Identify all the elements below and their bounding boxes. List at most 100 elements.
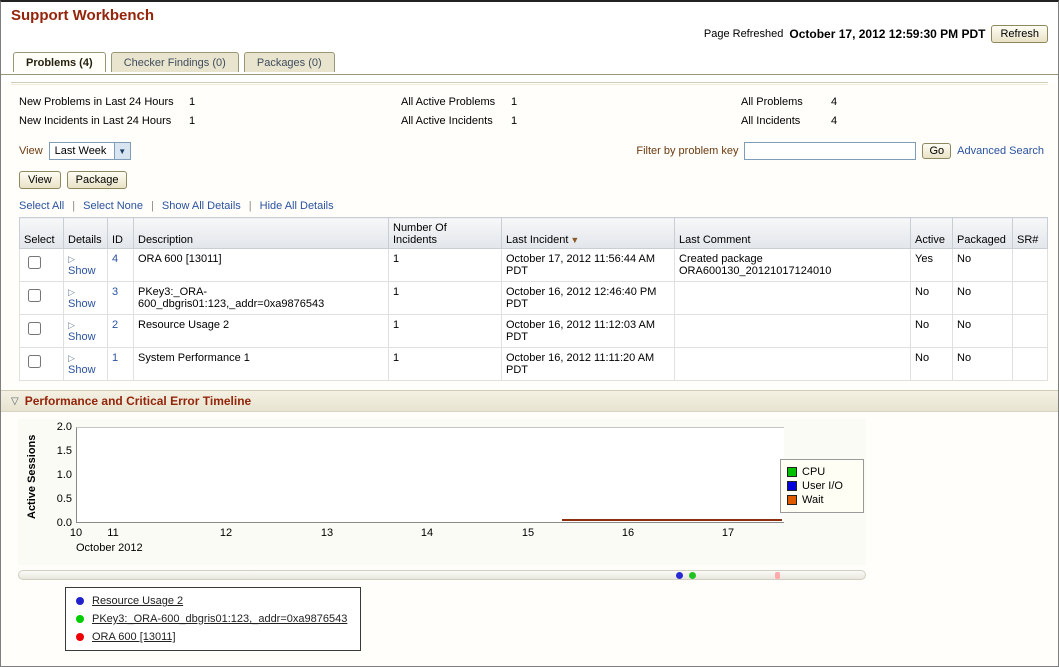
tab-problems[interactable]: Problems (4) bbox=[13, 52, 106, 72]
stat-all-incidents: All Incidents 4 bbox=[741, 115, 1058, 127]
page-header: Support Workbench Page Refreshed October… bbox=[1, 2, 1058, 52]
select-all-link[interactable]: Select All bbox=[19, 200, 64, 212]
x-axis-caption: October 2012 bbox=[76, 542, 143, 554]
stat-active-problems: All Active Problems 1 bbox=[401, 96, 741, 108]
show-details-link[interactable]: Show bbox=[68, 298, 96, 310]
expand-triangle-icon[interactable]: ▷ bbox=[68, 353, 75, 363]
stat-new-problems: New Problems in Last 24 Hours 1 bbox=[19, 96, 401, 108]
header-sr[interactable]: SR# bbox=[1013, 218, 1048, 249]
legend-label: Wait bbox=[802, 494, 824, 506]
incident-count: 1 bbox=[389, 282, 502, 315]
problem-id-link[interactable]: 3 bbox=[112, 286, 118, 298]
plot-area bbox=[76, 427, 784, 523]
view-select-value: Last Week bbox=[50, 145, 114, 157]
sort-descending-icon: ▼ bbox=[570, 235, 579, 245]
blue-dot-icon bbox=[76, 597, 84, 605]
filter-by-problem-key-label: Filter by problem key bbox=[636, 145, 738, 157]
header-number-of-incidents-label: Number Of Incidents bbox=[393, 222, 459, 246]
timeline-section-header: ▽ Performance and Critical Error Timelin… bbox=[1, 390, 1058, 412]
y-tick: 1.0 bbox=[44, 469, 72, 481]
row-select-checkbox[interactable] bbox=[28, 256, 41, 269]
show-all-details-link[interactable]: Show All Details bbox=[162, 200, 241, 212]
problems-table: Select Details ID Description Number Of … bbox=[19, 217, 1048, 381]
row-select-checkbox[interactable] bbox=[28, 355, 41, 368]
incident-count: 1 bbox=[389, 348, 502, 381]
page-refreshed-time: October 17, 2012 12:59:30 PM PDT bbox=[789, 27, 985, 41]
x-tick: 16 bbox=[622, 527, 634, 539]
problem-id-link[interactable]: 4 bbox=[112, 253, 118, 265]
problem-description: Resource Usage 2 bbox=[134, 315, 389, 348]
active-flag: Yes bbox=[911, 249, 953, 282]
last-incident-time: October 16, 2012 12:46:40 PM PDT bbox=[502, 282, 675, 315]
problem-link[interactable]: PKey3:_ORA-600_dbgris01:123,_addr=0xa987… bbox=[92, 613, 347, 625]
packaged-flag: No bbox=[953, 282, 1013, 315]
show-details-link[interactable]: Show bbox=[68, 331, 96, 343]
legend-item-cpu: CPU bbox=[787, 466, 857, 478]
advanced-search-link[interactable]: Advanced Search bbox=[957, 145, 1044, 157]
expand-triangle-icon[interactable]: ▷ bbox=[68, 287, 75, 297]
show-details-link[interactable]: Show bbox=[68, 364, 96, 376]
divider bbox=[11, 82, 1048, 85]
last-comment bbox=[675, 282, 911, 315]
active-flag: No bbox=[911, 348, 953, 381]
red-dot-icon bbox=[76, 633, 84, 641]
page-title: Support Workbench bbox=[11, 7, 154, 24]
y-axis-label: Active Sessions bbox=[26, 435, 38, 519]
view-button[interactable]: View bbox=[19, 171, 61, 189]
header-last-incident-label: Last Incident bbox=[506, 234, 568, 246]
expand-triangle-icon[interactable]: ▷ bbox=[68, 320, 75, 330]
timeline-chart: Active Sessions 2.0 1.5 1.0 0.5 0.0 10 1… bbox=[18, 419, 866, 565]
header-number-of-incidents[interactable]: Number Of Incidents bbox=[389, 218, 502, 249]
refresh-area: Page Refreshed October 17, 2012 12:59:30… bbox=[704, 25, 1048, 43]
table-header-row: Select Details ID Description Number Of … bbox=[20, 218, 1048, 249]
x-tick: 12 bbox=[220, 527, 232, 539]
header-id[interactable]: ID bbox=[108, 218, 134, 249]
tab-checker-findings[interactable]: Checker Findings (0) bbox=[111, 52, 239, 72]
header-last-comment[interactable]: Last Comment bbox=[675, 218, 911, 249]
header-packaged[interactable]: Packaged bbox=[953, 218, 1013, 249]
incident-marker-blue[interactable] bbox=[676, 572, 683, 579]
x-tick: 15 bbox=[522, 527, 534, 539]
stat-all-problems: All Problems 4 bbox=[741, 96, 1058, 108]
view-select[interactable]: Last Week ▼ bbox=[49, 142, 131, 160]
problem-key-input[interactable] bbox=[744, 142, 916, 160]
stat-label: New Incidents in Last 24 Hours bbox=[19, 115, 189, 127]
sr-number bbox=[1013, 282, 1048, 315]
problem-id-link[interactable]: 2 bbox=[112, 319, 118, 331]
hide-all-details-link[interactable]: Hide All Details bbox=[260, 200, 334, 212]
active-flag: No bbox=[911, 282, 953, 315]
incident-marker-green[interactable] bbox=[689, 572, 696, 579]
problem-description: ORA 600 [13011] bbox=[134, 249, 389, 282]
stat-new-incidents: New Incidents in Last 24 Hours 1 bbox=[19, 115, 401, 127]
show-details-link[interactable]: Show bbox=[68, 265, 96, 277]
header-active[interactable]: Active bbox=[911, 218, 953, 249]
row-select-checkbox[interactable] bbox=[28, 289, 41, 302]
stat-label: All Active Problems bbox=[401, 96, 511, 108]
refresh-button[interactable]: Refresh bbox=[991, 25, 1048, 43]
legend-label: CPU bbox=[802, 466, 825, 478]
selection-links: Select All | Select None | Show All Deta… bbox=[19, 200, 1040, 212]
package-button[interactable]: Package bbox=[67, 171, 128, 189]
incident-marker-red[interactable] bbox=[775, 572, 780, 579]
go-button[interactable]: Go bbox=[922, 143, 951, 159]
tab-packages[interactable]: Packages (0) bbox=[244, 52, 335, 72]
stat-label: New Problems in Last 24 Hours bbox=[19, 96, 189, 108]
stat-label: All Active Incidents bbox=[401, 115, 511, 127]
header-description[interactable]: Description bbox=[134, 218, 389, 249]
collapse-triangle-icon[interactable]: ▽ bbox=[11, 396, 19, 407]
chart-legend: CPU User I/O Wait bbox=[780, 459, 864, 513]
problem-link[interactable]: Resource Usage 2 bbox=[92, 595, 183, 607]
header-last-incident[interactable]: Last Incident▼ bbox=[502, 218, 675, 249]
stat-value: 1 bbox=[189, 115, 195, 127]
header-select: Select bbox=[20, 218, 64, 249]
problem-legend-box: Resource Usage 2 PKey3:_ORA-600_dbgris01… bbox=[65, 587, 361, 651]
separator: | bbox=[151, 200, 154, 212]
row-select-checkbox[interactable] bbox=[28, 322, 41, 335]
expand-triangle-icon[interactable]: ▷ bbox=[68, 254, 75, 264]
problem-id-link[interactable]: 1 bbox=[112, 352, 118, 364]
problem-link[interactable]: ORA 600 [13011] bbox=[92, 631, 176, 643]
timeline-slider[interactable] bbox=[18, 570, 866, 580]
y-tick: 0.0 bbox=[44, 517, 72, 529]
last-comment bbox=[675, 348, 911, 381]
select-none-link[interactable]: Select None bbox=[83, 200, 143, 212]
